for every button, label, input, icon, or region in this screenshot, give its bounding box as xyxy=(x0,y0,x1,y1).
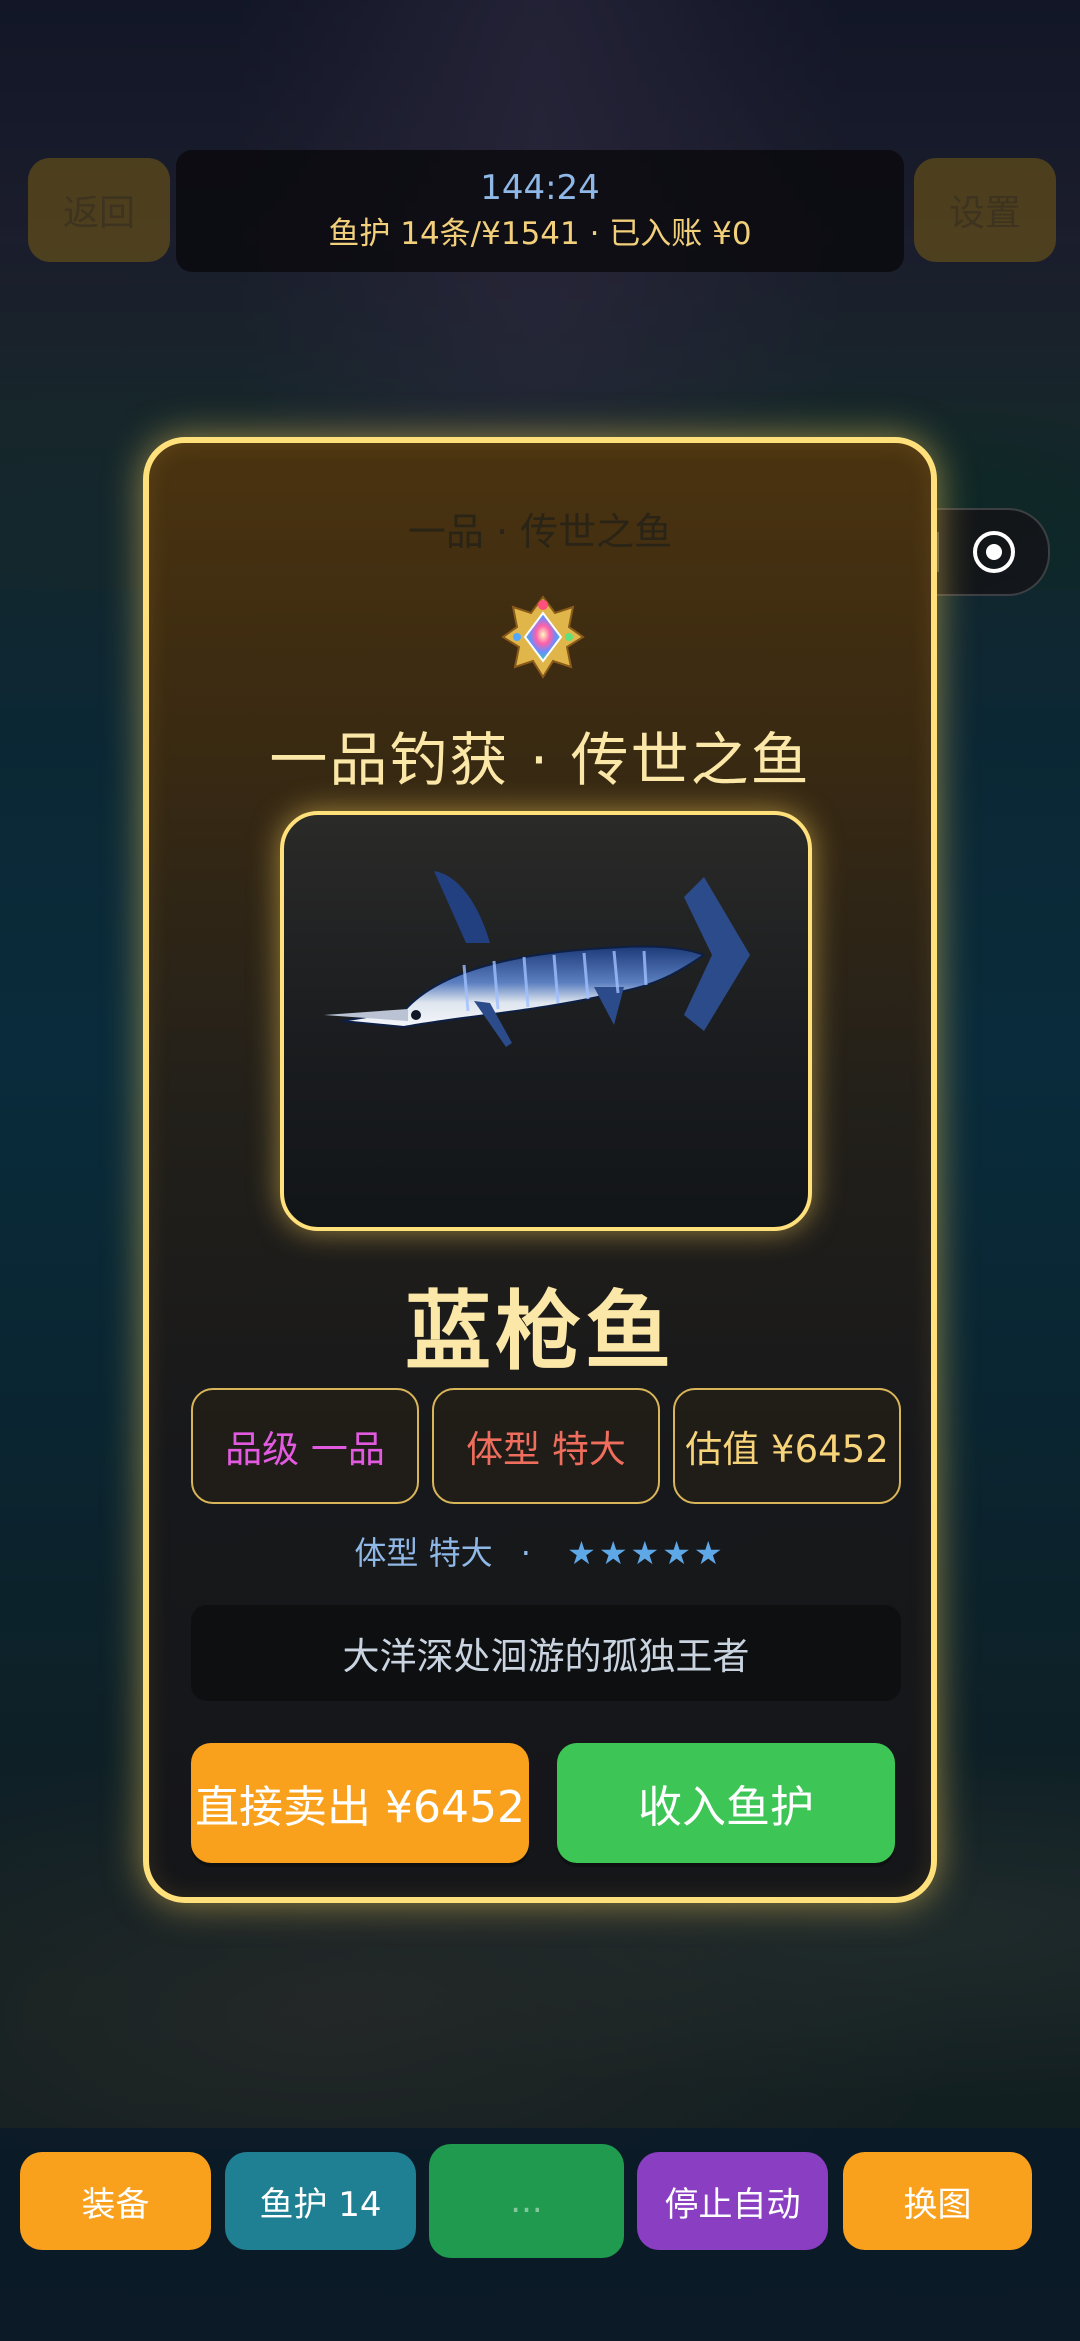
fish-description: 大洋深处洄游的孤独王者 xyxy=(191,1605,901,1701)
status-hud: 144:24 鱼护 14条/¥1541 · 已入账 ¥0 xyxy=(176,150,904,272)
size-tag: 体型 特大 xyxy=(432,1388,660,1504)
settings-button[interactable]: 设置 xyxy=(914,158,1056,262)
timer: 144:24 xyxy=(480,168,600,208)
size-label: 体型 特大 xyxy=(354,1534,493,1572)
rank-subtitle: 一品 · 传世之鱼 xyxy=(407,510,673,554)
target-close-icon xyxy=(972,531,1015,573)
star-rating: ★★★★★ xyxy=(567,1534,726,1572)
separator-dot: · xyxy=(520,1534,531,1572)
value-tag: 估值 ¥6452 xyxy=(673,1388,901,1504)
catch-title: 一品钓获 · 传世之鱼 xyxy=(269,726,811,794)
back-button[interactable]: 返回 xyxy=(28,158,170,262)
keepnet-status: 鱼护 14条/¥1541 · 已入账 ¥0 xyxy=(328,216,752,252)
keepnet-button[interactable]: 鱼护 14 xyxy=(225,2152,416,2250)
grade-tag: 品级 一品 xyxy=(191,1388,419,1504)
fish-name: 蓝枪鱼 xyxy=(405,1282,675,1382)
rainbow-gem-crown-icon xyxy=(501,595,585,679)
fish-image-frame xyxy=(280,811,812,1231)
catch-result-card: 一品 · 传世之鱼 一品钓获 · 传世之鱼 蓝枪鱼 品级 一品 体型 特大 估值… xyxy=(143,437,937,1903)
size-rating-line: 体型 特大 · ★★★★★ xyxy=(149,1528,931,1574)
equip-button[interactable]: 装备 xyxy=(20,2152,211,2250)
stop-auto-button[interactable]: 停止自动 xyxy=(637,2152,828,2250)
change-map-button[interactable]: 换图 xyxy=(843,2152,1032,2250)
cast-button[interactable]: ... xyxy=(429,2144,624,2258)
close-miniprogram-button[interactable] xyxy=(939,510,1048,594)
fish-attribute-tags: 品级 一品 体型 特大 估值 ¥6452 xyxy=(191,1388,901,1504)
sell-button[interactable]: 直接卖出 ¥6452 xyxy=(191,1743,529,1863)
marlin-fish-image xyxy=(324,871,750,1047)
keep-in-net-button[interactable]: 收入鱼护 xyxy=(557,1743,895,1863)
